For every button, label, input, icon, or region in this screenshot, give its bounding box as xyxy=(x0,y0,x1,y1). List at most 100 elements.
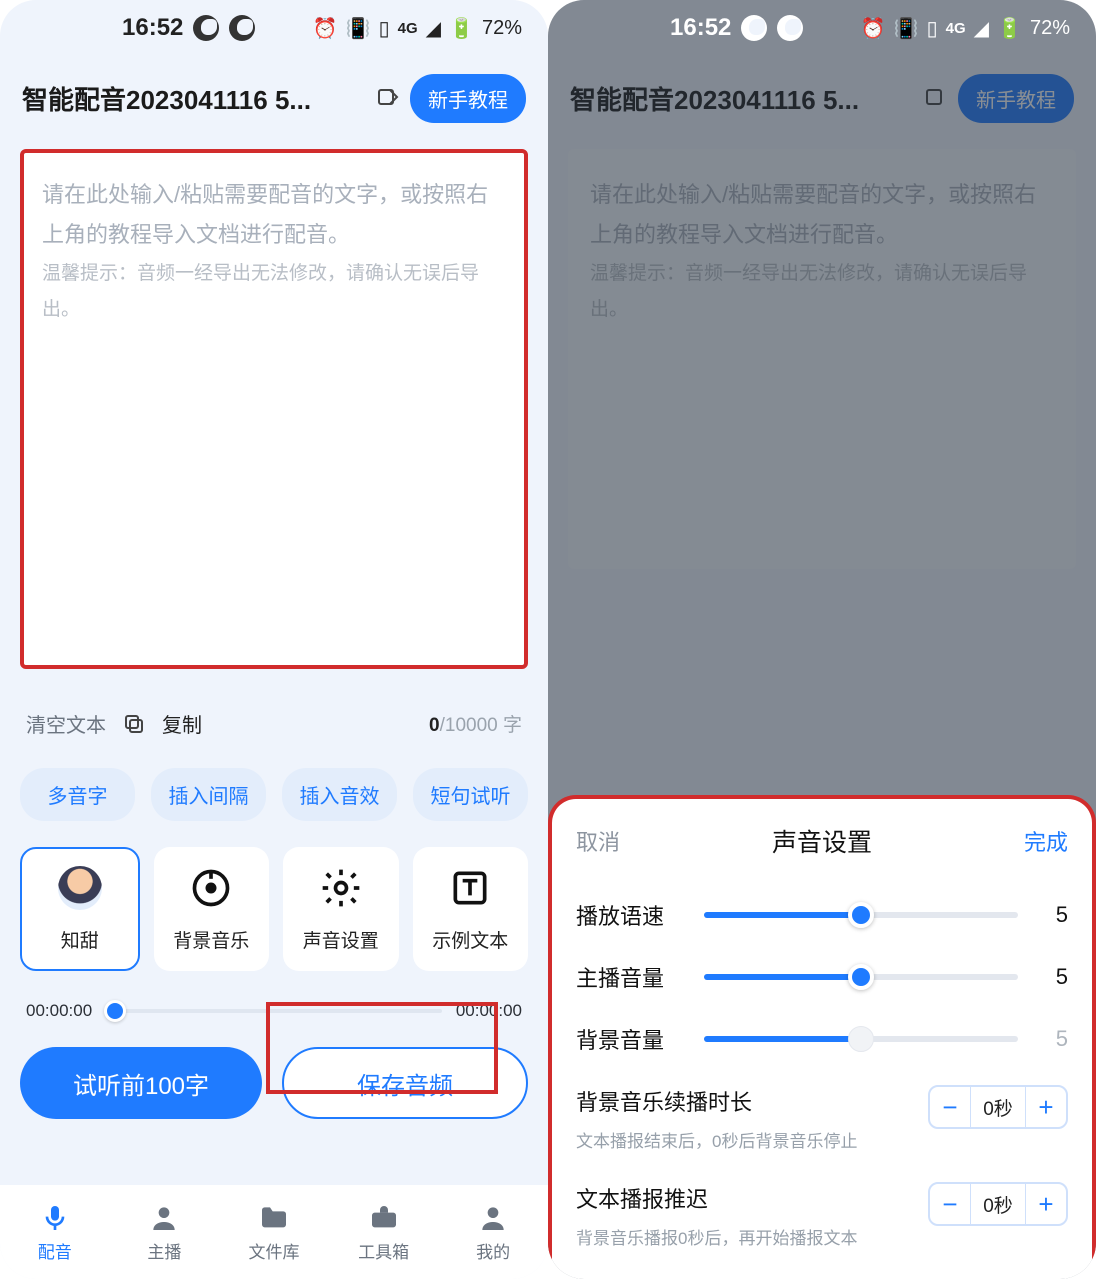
signal-icon: ◢ xyxy=(426,16,441,41)
globe-icon xyxy=(229,15,255,41)
speed-value: 5 xyxy=(1038,902,1068,928)
text-delay-stepper[interactable]: − 0秒 + xyxy=(928,1182,1068,1226)
nav-tools[interactable]: 工具箱 xyxy=(329,1185,439,1279)
bg-volume-label: 背景音量 xyxy=(576,1023,684,1055)
sample-label: 示例文本 xyxy=(432,926,508,953)
action-buttons: 试听前100字 保存音频 xyxy=(0,1021,548,1119)
voice-label: 知甜 xyxy=(61,926,99,953)
user-icon xyxy=(477,1202,509,1234)
placeholder-tip: 温馨提示：音频一经导出无法修改，请确认无误后导出。 xyxy=(42,256,506,328)
bg-volume-value: 5 xyxy=(1038,1026,1068,1052)
sample-text-card[interactable]: 示例文本 xyxy=(413,847,529,971)
copy-icon[interactable] xyxy=(122,712,146,736)
chip-sfx[interactable]: 插入音效 xyxy=(282,768,397,821)
sound-settings-sheet: 取消 声音设置 完成 播放语速 5 主播音量 5 背景音量 5 背景音乐续播时长… xyxy=(548,795,1096,1279)
battery-pct: 72% xyxy=(1030,17,1070,40)
toolbox-icon xyxy=(368,1202,400,1234)
vibrate-icon: 📳 xyxy=(346,16,371,41)
settings-label: 声音设置 xyxy=(303,926,379,953)
plus-icon[interactable]: + xyxy=(1026,1184,1066,1224)
gear-icon xyxy=(319,866,363,910)
bgm-label: 背景音乐 xyxy=(173,926,249,953)
clear-text-button[interactable]: 清空文本 xyxy=(26,709,106,738)
music-icon xyxy=(189,866,233,910)
network-label: 4G xyxy=(398,20,418,37)
voice-card[interactable]: 知甜 xyxy=(20,847,140,971)
mic-icon xyxy=(39,1202,71,1234)
battery-icon: 🔋 xyxy=(997,16,1022,41)
text-input-area[interactable]: 请在此处输入/粘贴需要配音的文字，或按照右上角的教程导入文档进行配音。 温馨提示… xyxy=(20,149,528,669)
bg-volume-slider[interactable] xyxy=(704,1036,1018,1042)
slider-speed-row: 播放语速 5 xyxy=(552,869,1092,931)
bgm-card[interactable]: 背景音乐 xyxy=(154,847,270,971)
signal-icon: ◢ xyxy=(974,16,989,41)
chip-polyphone[interactable]: 多音字 xyxy=(20,768,135,821)
slider-volume-row: 主播音量 5 xyxy=(552,931,1092,993)
alarm-icon: ⏰ xyxy=(861,16,886,41)
cancel-button[interactable]: 取消 xyxy=(576,825,620,857)
time-current: 00:00:00 xyxy=(26,1001,92,1021)
progress-slider[interactable] xyxy=(106,1009,442,1013)
vibrate-icon: 📳 xyxy=(894,16,919,41)
speed-slider[interactable] xyxy=(704,912,1018,918)
bgm-duration-sub: 文本播报结束后，0秒后背景音乐停止 xyxy=(576,1127,1068,1152)
sheet-title: 声音设置 xyxy=(772,823,872,859)
plus-icon[interactable]: + xyxy=(1026,1087,1066,1127)
phone-screen-settings: 16:52 ⏰ 📳 ▯ 4G ◢ 🔋 72% 智能配音2023041116 5.… xyxy=(548,0,1096,1279)
chip-sentence[interactable]: 短句试听 xyxy=(413,768,528,821)
save-audio-button[interactable]: 保存音频 xyxy=(282,1047,528,1119)
network-label: 4G xyxy=(946,20,966,37)
placeholder-text: 请在此处输入/粘贴需要配音的文字，或按照右上角的教程导入文档进行配音。 xyxy=(42,175,506,254)
nav-anchor[interactable]: 主播 xyxy=(110,1185,220,1279)
bgm-duration-value: 0秒 xyxy=(970,1087,1026,1127)
edit-icon[interactable] xyxy=(376,87,400,111)
nav-mine[interactable]: 我的 xyxy=(438,1185,548,1279)
globe-icon xyxy=(193,15,219,41)
nav-dubbing[interactable]: 配音 xyxy=(0,1185,110,1279)
status-bar: 16:52 ⏰ 📳 ▯ 4G ◢ 🔋 72% xyxy=(0,0,548,56)
sound-settings-card[interactable]: 声音设置 xyxy=(283,847,399,971)
bottom-nav: 配音 主播 文件库 工具箱 我的 xyxy=(0,1185,548,1279)
preview-button[interactable]: 试听前100字 xyxy=(20,1047,262,1119)
person-icon xyxy=(148,1202,180,1234)
tutorial-button[interactable]: 新手教程 xyxy=(410,74,526,123)
avatar-icon xyxy=(58,866,102,910)
minus-icon[interactable]: − xyxy=(930,1184,970,1224)
chips-row: 多音字 插入间隔 插入音效 短句试听 xyxy=(0,748,548,827)
status-time: 16:52 xyxy=(670,14,731,42)
sim-icon: ▯ xyxy=(927,16,938,41)
done-button[interactable]: 完成 xyxy=(1024,825,1068,857)
time-total: 00:00:00 xyxy=(456,1001,522,1021)
volume-value: 5 xyxy=(1038,964,1068,990)
slider-bg-row: 背景音量 5 xyxy=(552,993,1092,1055)
bgm-duration-stepper[interactable]: − 0秒 + xyxy=(928,1085,1068,1129)
folder-icon xyxy=(258,1202,290,1234)
globe-icon xyxy=(777,15,803,41)
copy-button[interactable]: 复制 xyxy=(162,709,202,738)
header: 智能配音2023041116 5... 新手教程 xyxy=(0,56,548,129)
char-counter: 0/10000 字 xyxy=(429,710,522,737)
status-bar: 16:52 ⏰ 📳 ▯ 4G ◢ 🔋 72% xyxy=(548,0,1096,56)
minus-icon[interactable]: − xyxy=(930,1087,970,1127)
page-title: 智能配音2023041116 5... xyxy=(22,80,366,117)
text-delay-sub: 背景音乐播报0秒后，再开始播报文本 xyxy=(576,1224,1068,1249)
option-cards: 知甜 背景音乐 声音设置 示例文本 xyxy=(0,827,548,971)
bgm-duration-block: 背景音乐续播时长 文本播报结束后，0秒后背景音乐停止 − 0秒 + xyxy=(552,1055,1092,1152)
globe-icon xyxy=(741,15,767,41)
battery-pct: 72% xyxy=(482,17,522,40)
chip-interval[interactable]: 插入间隔 xyxy=(151,768,266,821)
volume-slider[interactable] xyxy=(704,974,1018,980)
phone-screen-main: 16:52 ⏰ 📳 ▯ 4G ◢ 🔋 72% 智能配音2023041116 5.… xyxy=(0,0,548,1279)
text-delay-value: 0秒 xyxy=(970,1184,1026,1224)
status-time: 16:52 xyxy=(122,14,183,42)
text-icon xyxy=(448,866,492,910)
volume-label: 主播音量 xyxy=(576,961,684,993)
progress-row: 00:00:00 00:00:00 xyxy=(0,971,548,1021)
speed-label: 播放语速 xyxy=(576,899,684,931)
nav-files[interactable]: 文件库 xyxy=(219,1185,329,1279)
battery-icon: 🔋 xyxy=(449,16,474,41)
alarm-icon: ⏰ xyxy=(313,16,338,41)
sim-icon: ▯ xyxy=(379,16,390,41)
text-delay-block: 文本播报推迟 背景音乐播报0秒后，再开始播报文本 − 0秒 + xyxy=(552,1152,1092,1249)
text-actions-row: 清空文本 复制 0/10000 字 xyxy=(0,669,548,748)
